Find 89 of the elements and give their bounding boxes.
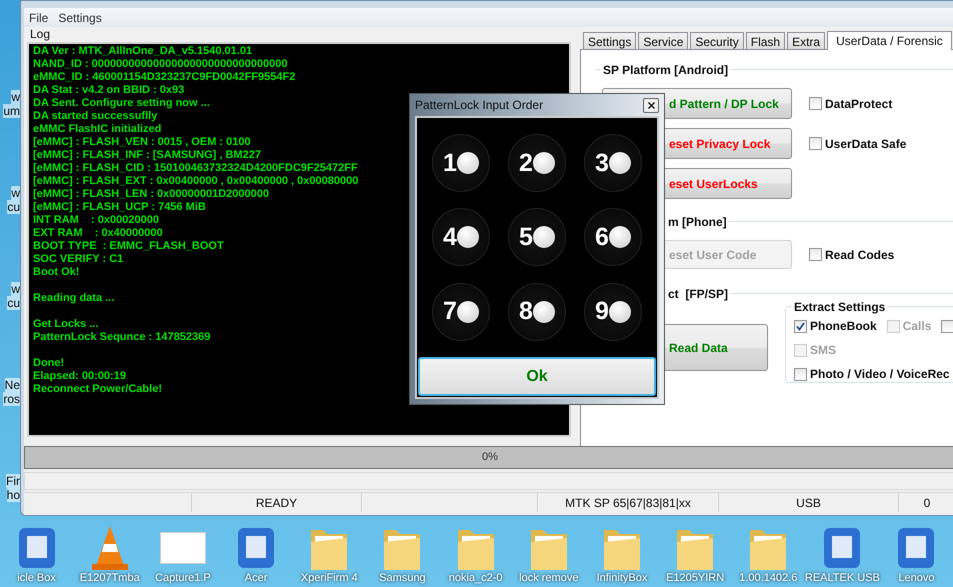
desktop-icon-label: Samsung — [379, 572, 426, 585]
log-line: INT RAM : 0x00020000 — [33, 214, 159, 227]
desktop-icon-label: Ne — [4, 378, 20, 392]
desktop-icon-label: ros — [3, 392, 20, 406]
log-line: eMMC FlashIC initialized — [33, 123, 162, 136]
pattern-node[interactable]: 7 — [432, 282, 490, 341]
checkbox-label: PhoneBook — [810, 318, 877, 335]
log-line: EXT RAM : 0x40000000 — [33, 227, 163, 240]
log-title: Log — [30, 27, 52, 42]
log-line: [eMMC] : FLASH_EXT : 0x00400000 , 0x00400000 , 0x00080000 — [33, 175, 358, 188]
desktop-icon-label: Lenovo — [898, 572, 935, 585]
pattern-node[interactable]: 9 — [584, 282, 642, 341]
log-line: DA Stat : v4.2 on BBID : 0x93 — [33, 84, 184, 97]
tab[interactable]: UserData / Forensic — [827, 31, 952, 50]
desktop-icon-label: REALTEK USB — [804, 572, 880, 585]
checkbox-label: Calls — [902, 318, 932, 335]
log-line: NAND_ID : 00000000000000000000000000000000 — [33, 58, 288, 71]
log-line: [eMMC] : FLASH_CID : 150100463732324D4200FDC9F25472FF — [33, 162, 358, 175]
log-line: [eMMC] : FLASH_LEN : 0x00000001D2000000 — [33, 188, 269, 201]
desktop-icon-label: InfinityBox — [596, 572, 648, 585]
pattern-node[interactable]: 1 — [432, 134, 490, 192]
log-line: [eMMC] : FLASH_INF : [SAMSUNG] , BM227 — [33, 149, 261, 162]
checkbox-label: Photo / Video / VoiceRec — [810, 366, 950, 383]
log-line: [eMMC] : FLASH_VEN : 0015 , OEM : 0100 — [33, 136, 251, 149]
pattern-node[interactable]: 5 — [508, 208, 566, 266]
desktop-icon-label: w — [11, 186, 20, 200]
status-text: 0 — [924, 494, 930, 512]
log-line: Get Locks ... — [33, 318, 98, 331]
menu-item[interactable]: Settings — [58, 8, 102, 26]
log-line: SOC VERIFY : C1 — [33, 253, 124, 266]
log-line: [eMMC] : FLASH_UCP : 7456 MiB — [33, 201, 206, 214]
desktop-icon-label: w — [11, 282, 20, 296]
checkbox[interactable] — [809, 97, 822, 110]
log-line: BOOT TYPE : EMMC_FLASH_BOOT — [33, 240, 224, 253]
ok-button[interactable]: Ok — [418, 357, 656, 396]
pattern-node[interactable]: 2 — [508, 134, 566, 192]
status-text: MTK SP 65|67|83|81|xx — [565, 494, 691, 512]
image-thumbnail-icon — [160, 532, 206, 564]
desktop-icon-label: lock remove — [519, 572, 578, 585]
desktop-icon-label: Fir — [6, 474, 20, 488]
checkbox-label: DataProtect — [825, 96, 892, 112]
log-line: DA Ver : MTK_AllInOne_DA_v5.1540.01.01 — [33, 45, 252, 58]
desktop-icon-label: Acer — [244, 572, 268, 585]
desktop-icon-label: um — [3, 104, 20, 118]
checkbox-label: UserData Safe — [825, 136, 906, 152]
close-icon — [648, 102, 654, 108]
log-line: Reconnect Power/Cable! — [33, 383, 162, 396]
log-line: eMMC_ID : 460001154D323237C9FD0042FF9554F2 — [33, 71, 296, 84]
checkbox[interactable] — [794, 368, 807, 380]
log-line: Elapsed: 00:00:19 — [33, 370, 126, 383]
checkbox[interactable] — [809, 137, 822, 150]
log-line: Done! — [33, 357, 64, 370]
desktop-icon-label: nokia_c2-0 — [448, 572, 503, 585]
log-line: Reading data ... — [33, 292, 114, 305]
desktop-icon-label: cu — [7, 296, 20, 310]
progress-text: 0% — [482, 450, 498, 466]
log-line: DA started successuflly — [33, 110, 158, 123]
log-line: Boot Ok! — [33, 266, 80, 279]
checkbox[interactable] — [809, 248, 822, 261]
pattern-node[interactable]: 6 — [584, 208, 642, 266]
desktop-icon-label: Capture1.P — [155, 572, 211, 585]
status-text: USB — [796, 494, 821, 512]
close-button[interactable] — [643, 98, 659, 112]
log-line: PatternLock Sequnce : 147852369 — [33, 331, 210, 344]
desktop-icon-label: w — [11, 90, 20, 104]
checkbox-label: Read Codes — [825, 246, 894, 264]
tab[interactable]: Service — [638, 32, 688, 49]
checkbox-label: SMS — [810, 342, 836, 359]
desktop-icon-label: icle Box — [17, 572, 56, 585]
tab[interactable]: Security — [690, 32, 744, 49]
desktop-icon-label: 1.00.1402.6 — [739, 572, 798, 585]
status-text: READY — [256, 494, 298, 512]
pattern-node[interactable]: 4 — [432, 208, 490, 266]
desktop-icon-label: cu — [7, 200, 20, 214]
tab[interactable]: Extra — [787, 32, 826, 49]
pattern-node[interactable]: 8 — [508, 282, 566, 341]
desktop-icon-label: XperiFirm 4 — [300, 572, 358, 585]
tab[interactable]: Flash — [746, 32, 786, 49]
desktop-icon-label: ho — [6, 488, 20, 502]
menu-item[interactable]: File — [29, 8, 48, 26]
desktop-icon-label: E1205YIRN — [666, 572, 724, 585]
log-line: DA Sent. Configure setting now ... — [33, 97, 210, 110]
desktop-icon-label: E1207Tmba — [80, 572, 140, 585]
checkbox[interactable] — [794, 320, 807, 332]
dialog-title: PatternLock Input Order — [415, 97, 544, 114]
checkmark-icon — [796, 322, 805, 330]
checkbox[interactable] — [941, 320, 953, 332]
tab[interactable]: Settings — [583, 32, 636, 49]
pattern-node[interactable]: 3 — [584, 134, 642, 192]
